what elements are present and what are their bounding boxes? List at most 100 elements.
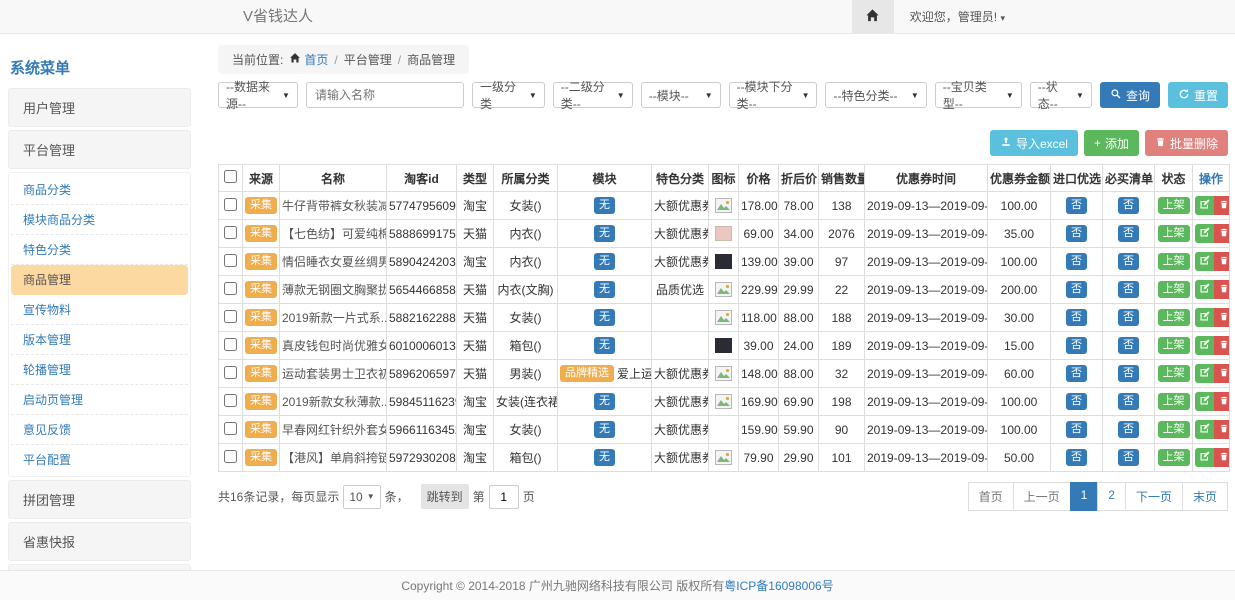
status-badge[interactable]: 上架 bbox=[1158, 225, 1190, 242]
page-button-上一页[interactable]: 上一页 bbox=[1013, 482, 1071, 511]
sidebar-section-省惠快报[interactable]: 省惠快报 bbox=[8, 522, 191, 561]
edit-button[interactable] bbox=[1195, 224, 1214, 243]
delete-button[interactable] bbox=[1214, 196, 1230, 215]
breadcrumb-item-platform[interactable]: 平台管理 bbox=[344, 51, 392, 68]
must-buy-toggle[interactable]: 否 bbox=[1118, 253, 1139, 270]
import-select-toggle[interactable]: 否 bbox=[1066, 449, 1087, 466]
edit-button[interactable] bbox=[1195, 308, 1214, 327]
delete-button[interactable] bbox=[1214, 280, 1230, 299]
status-badge[interactable]: 上架 bbox=[1158, 253, 1190, 270]
reset-button[interactable]: 重置 bbox=[1168, 82, 1228, 108]
page-button-下一页[interactable]: 下一页 bbox=[1125, 482, 1183, 511]
filter-input-name[interactable] bbox=[306, 82, 464, 108]
must-buy-toggle[interactable]: 否 bbox=[1118, 393, 1139, 410]
import-select-toggle[interactable]: 否 bbox=[1066, 281, 1087, 298]
status-badge[interactable]: 上架 bbox=[1158, 309, 1190, 326]
import-select-toggle[interactable]: 否 bbox=[1066, 309, 1087, 326]
delete-button[interactable] bbox=[1214, 364, 1230, 383]
delete-button[interactable] bbox=[1214, 420, 1230, 439]
breadcrumb-item-goods[interactable]: 商品管理 bbox=[407, 51, 455, 68]
edit-button[interactable] bbox=[1195, 364, 1214, 383]
jump-page-input[interactable] bbox=[489, 485, 519, 509]
sidebar-item-商品管理[interactable]: 商品管理 bbox=[11, 265, 188, 295]
status-badge[interactable]: 上架 bbox=[1158, 421, 1190, 438]
must-buy-toggle[interactable]: 否 bbox=[1118, 225, 1139, 242]
row-checkbox[interactable] bbox=[224, 338, 237, 351]
must-buy-toggle[interactable]: 否 bbox=[1118, 309, 1139, 326]
page-button-首页[interactable]: 首页 bbox=[968, 482, 1014, 511]
import-select-toggle[interactable]: 否 bbox=[1066, 337, 1087, 354]
must-buy-toggle[interactable]: 否 bbox=[1118, 421, 1139, 438]
select-all-checkbox[interactable] bbox=[224, 170, 237, 183]
delete-button[interactable] bbox=[1214, 448, 1230, 467]
delete-button[interactable] bbox=[1214, 336, 1230, 355]
row-checkbox[interactable] bbox=[224, 282, 237, 295]
delete-button[interactable] bbox=[1214, 392, 1230, 411]
row-checkbox[interactable] bbox=[224, 366, 237, 379]
import-excel-button[interactable]: 导入excel bbox=[990, 130, 1078, 156]
must-buy-toggle[interactable]: 否 bbox=[1118, 337, 1139, 354]
sidebar-section-用户管理[interactable]: 用户管理 bbox=[8, 88, 191, 127]
filter-select-item-type[interactable]: --宝贝类型--▼ bbox=[935, 82, 1022, 108]
sidebar-item-轮播管理[interactable]: 轮播管理 bbox=[11, 355, 188, 385]
per-page-select[interactable]: 10 ▼ bbox=[343, 485, 380, 509]
status-badge[interactable]: 上架 bbox=[1158, 393, 1190, 410]
row-checkbox[interactable] bbox=[224, 310, 237, 323]
row-checkbox[interactable] bbox=[224, 226, 237, 239]
sidebar-item-平台配置[interactable]: 平台配置 bbox=[11, 445, 188, 474]
row-checkbox[interactable] bbox=[224, 254, 237, 267]
must-buy-toggle[interactable]: 否 bbox=[1118, 197, 1139, 214]
edit-button[interactable] bbox=[1195, 448, 1214, 467]
import-select-toggle[interactable]: 否 bbox=[1066, 253, 1087, 270]
must-buy-toggle[interactable]: 否 bbox=[1118, 449, 1139, 466]
import-select-toggle[interactable]: 否 bbox=[1066, 225, 1087, 242]
delete-button[interactable] bbox=[1214, 224, 1230, 243]
row-checkbox[interactable] bbox=[224, 450, 237, 463]
filter-select-status[interactable]: --状态--▼ bbox=[1030, 82, 1092, 108]
page-button-2[interactable]: 2 bbox=[1097, 482, 1126, 511]
filter-select-level2-category[interactable]: --二级分类--▼ bbox=[553, 82, 633, 108]
status-badge[interactable]: 上架 bbox=[1158, 281, 1190, 298]
edit-button[interactable] bbox=[1195, 336, 1214, 355]
status-badge[interactable]: 上架 bbox=[1158, 449, 1190, 466]
status-badge[interactable]: 上架 bbox=[1158, 197, 1190, 214]
must-buy-toggle[interactable]: 否 bbox=[1118, 365, 1139, 382]
row-checkbox[interactable] bbox=[224, 198, 237, 211]
filter-select-module[interactable]: --模块--▼ bbox=[641, 82, 721, 108]
edit-button[interactable] bbox=[1195, 196, 1214, 215]
row-checkbox[interactable] bbox=[224, 422, 237, 435]
sidebar-item-特色分类[interactable]: 特色分类 bbox=[11, 235, 188, 265]
sidebar-item-商品分类[interactable]: 商品分类 bbox=[11, 175, 188, 205]
status-badge[interactable]: 上架 bbox=[1158, 337, 1190, 354]
icp-link[interactable]: 粤ICP备16098006号 bbox=[724, 577, 833, 594]
page-button-1[interactable]: 1 bbox=[1070, 482, 1099, 511]
sidebar-item-版本管理[interactable]: 版本管理 bbox=[11, 325, 188, 355]
import-select-toggle[interactable]: 否 bbox=[1066, 197, 1087, 214]
import-select-toggle[interactable]: 否 bbox=[1066, 393, 1087, 410]
filter-select-feature-category[interactable]: --特色分类--▼ bbox=[825, 82, 926, 108]
filter-select-data-source[interactable]: --数据来源--▼ bbox=[218, 82, 298, 108]
batch-delete-button[interactable]: 批量删除 bbox=[1145, 130, 1228, 156]
filter-select-level1-category[interactable]: 一级分类▼ bbox=[472, 82, 545, 108]
delete-button[interactable] bbox=[1214, 252, 1230, 271]
sidebar-item-宣传物料[interactable]: 宣传物料 bbox=[11, 295, 188, 325]
sidebar-item-模块商品分类[interactable]: 模块商品分类 bbox=[11, 205, 188, 235]
breadcrumb-home-link[interactable]: 首页 bbox=[289, 51, 328, 68]
page-button-末页[interactable]: 末页 bbox=[1182, 482, 1228, 511]
edit-button[interactable] bbox=[1195, 252, 1214, 271]
search-button[interactable]: 查询 bbox=[1100, 82, 1160, 108]
edit-button[interactable] bbox=[1195, 392, 1214, 411]
sidebar-item-启动页管理[interactable]: 启动页管理 bbox=[11, 385, 188, 415]
sidebar-item-意见反馈[interactable]: 意见反馈 bbox=[11, 415, 188, 445]
add-button[interactable]: + 添加 bbox=[1084, 130, 1139, 156]
home-button[interactable] bbox=[852, 0, 894, 33]
row-checkbox[interactable] bbox=[224, 394, 237, 407]
delete-button[interactable] bbox=[1214, 308, 1230, 327]
must-buy-toggle[interactable]: 否 bbox=[1118, 281, 1139, 298]
import-select-toggle[interactable]: 否 bbox=[1066, 421, 1087, 438]
filter-select-module-sub-category[interactable]: --模块下分类--▼ bbox=[729, 82, 818, 108]
status-badge[interactable]: 上架 bbox=[1158, 365, 1190, 382]
sidebar-section-拼团管理[interactable]: 拼团管理 bbox=[8, 480, 191, 519]
edit-button[interactable] bbox=[1195, 280, 1214, 299]
import-select-toggle[interactable]: 否 bbox=[1066, 365, 1087, 382]
